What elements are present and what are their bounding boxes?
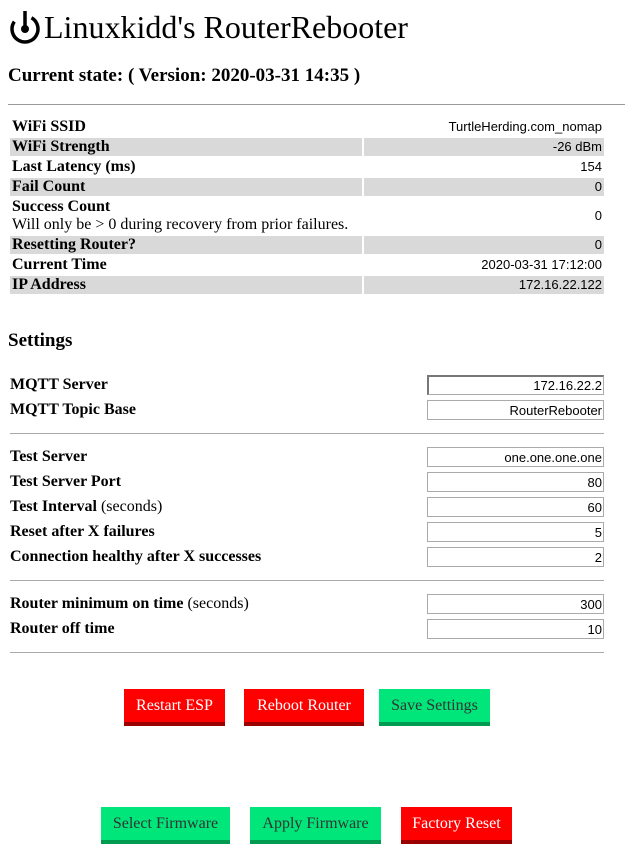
mqtt-topic-label: MQTT Topic Base bbox=[10, 401, 136, 418]
current-state-label: Current state: bbox=[8, 65, 124, 86]
divider bbox=[8, 104, 625, 105]
app-title: Linuxkidd's RouterRebooter bbox=[44, 9, 408, 45]
status-value: 0 bbox=[364, 236, 604, 254]
power-cycle-icon bbox=[10, 11, 40, 44]
status-label: Success Count bbox=[12, 198, 111, 215]
table-row: Last Latency (ms) 154 bbox=[10, 158, 604, 176]
router-min-on-row: Router minimum on time (seconds) bbox=[10, 594, 604, 614]
status-value: TurtleHerding.com_nomap bbox=[448, 119, 602, 134]
healthy-after-label: Connection healthy after X successes bbox=[10, 548, 262, 565]
healthy-after-input[interactable] bbox=[427, 547, 604, 567]
status-label: IP Address bbox=[10, 276, 362, 294]
table-row: WiFi Strength -26 dBm bbox=[10, 138, 604, 156]
apply-firmware-button[interactable]: Apply Firmware bbox=[250, 807, 381, 844]
test-server-label: Test Server bbox=[10, 448, 88, 465]
test-port-input[interactable] bbox=[427, 472, 604, 492]
select-firmware-button[interactable]: Select Firmware bbox=[101, 807, 230, 844]
restart-esp-button[interactable]: Restart ESP bbox=[124, 689, 225, 726]
table-row: Success Count Will only be > 0 during re… bbox=[10, 198, 604, 234]
table-row: Resetting Router? 0 bbox=[10, 236, 604, 254]
settings-heading: Settings bbox=[8, 330, 73, 351]
reset-after-input[interactable] bbox=[427, 522, 604, 542]
mqtt-server-input[interactable] bbox=[427, 375, 604, 395]
page-header: Linuxkidd's RouterRebooter bbox=[8, 8, 408, 46]
status-label-group: Success Count Will only be > 0 during re… bbox=[10, 198, 362, 234]
status-value: 172.16.22.122 bbox=[364, 276, 604, 294]
status-value: 2020-03-31 17:12:00 bbox=[481, 257, 602, 272]
version-label: ( Version: 2020-03-31 14:35 ) bbox=[127, 65, 361, 86]
test-port-row: Test Server Port bbox=[10, 472, 604, 492]
table-row: WiFi SSID TurtleHerding.com_nomap bbox=[10, 118, 604, 136]
divider bbox=[10, 652, 604, 653]
router-min-on-label-group: Router minimum on time (seconds) bbox=[10, 594, 249, 614]
table-row: IP Address 172.16.22.122 bbox=[10, 276, 604, 294]
divider bbox=[10, 433, 604, 434]
reboot-router-button[interactable]: Reboot Router bbox=[244, 689, 364, 726]
test-interval-input[interactable] bbox=[427, 497, 604, 517]
test-interval-row: Test Interval (seconds) bbox=[10, 497, 604, 517]
status-value: 154 bbox=[580, 159, 602, 174]
mqtt-topic-row: MQTT Topic Base bbox=[10, 400, 604, 420]
mqtt-server-row: MQTT Server bbox=[10, 375, 604, 395]
reset-after-row: Reset after X failures bbox=[10, 522, 604, 542]
test-interval-label: Test Interval bbox=[10, 498, 97, 515]
status-label: Last Latency (ms) bbox=[12, 158, 136, 175]
table-row: Current Time 2020-03-31 17:12:00 bbox=[10, 256, 604, 274]
divider bbox=[10, 580, 604, 581]
status-label: Current Time bbox=[12, 256, 107, 273]
status-value: 0 bbox=[364, 178, 604, 196]
router-off-input[interactable] bbox=[427, 619, 604, 639]
test-server-input[interactable] bbox=[427, 447, 604, 467]
router-min-on-input[interactable] bbox=[427, 594, 604, 614]
mqtt-server-label: MQTT Server bbox=[10, 376, 108, 393]
test-interval-label-group: Test Interval (seconds) bbox=[10, 497, 162, 517]
status-label: Resetting Router? bbox=[10, 236, 362, 254]
status-sublabel: Will only be > 0 during recovery from pr… bbox=[12, 216, 349, 233]
router-off-row: Router off time bbox=[10, 619, 604, 639]
router-min-on-label: Router minimum on time bbox=[10, 595, 184, 612]
status-table: WiFi SSID TurtleHerding.com_nomap WiFi S… bbox=[8, 116, 606, 296]
router-off-label: Router off time bbox=[10, 620, 115, 637]
status-label: WiFi SSID bbox=[12, 118, 86, 135]
factory-reset-button[interactable]: Factory Reset bbox=[401, 807, 512, 844]
status-label: Fail Count bbox=[10, 178, 362, 196]
test-interval-unit: (seconds) bbox=[100, 498, 163, 515]
reset-after-label: Reset after X failures bbox=[10, 523, 155, 540]
save-settings-button[interactable]: Save Settings bbox=[379, 689, 490, 726]
status-value: 0 bbox=[594, 208, 602, 223]
mqtt-topic-input[interactable] bbox=[427, 400, 604, 420]
healthy-after-row: Connection healthy after X successes bbox=[10, 547, 604, 567]
test-port-label: Test Server Port bbox=[10, 473, 122, 490]
table-row: Fail Count 0 bbox=[10, 178, 604, 196]
router-min-on-unit: (seconds) bbox=[187, 595, 249, 612]
status-value: -26 dBm bbox=[364, 138, 604, 156]
status-label: WiFi Strength bbox=[10, 138, 362, 156]
current-state-heading: Current state: ( Version: 2020-03-31 14:… bbox=[8, 64, 360, 88]
test-server-row: Test Server bbox=[10, 447, 604, 467]
